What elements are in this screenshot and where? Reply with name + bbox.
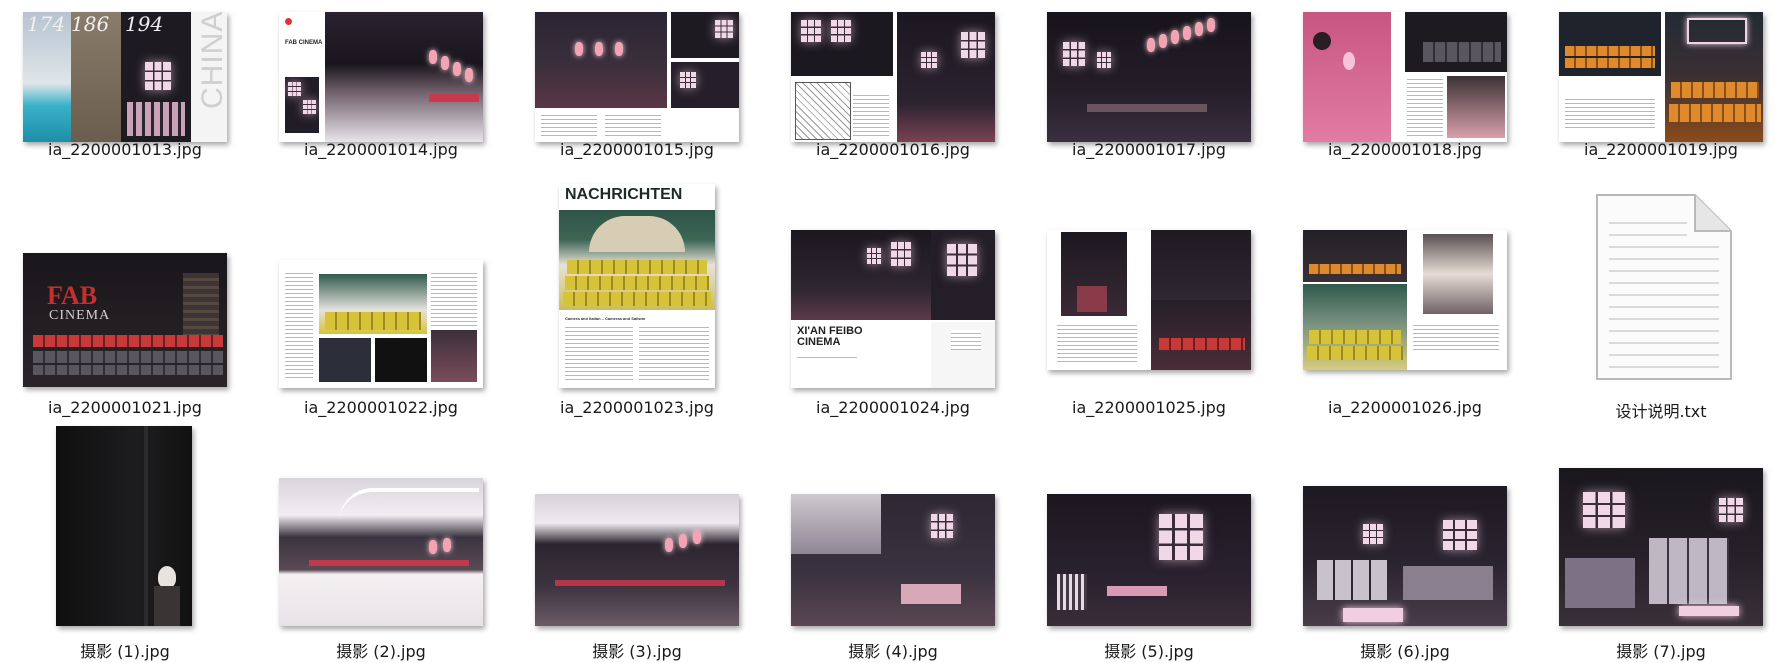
cover-number: 186	[71, 12, 110, 36]
file-name: ia_2200001023.jpg	[560, 398, 714, 417]
file-thumbnail	[535, 12, 739, 142]
file-thumbnail	[1047, 494, 1251, 626]
file-thumbnail: FAB CINEMA	[23, 253, 227, 387]
file-name: ia_2200001015.jpg	[560, 140, 714, 159]
file-name: ia_2200001017.jpg	[1072, 140, 1226, 159]
file-name: 摄影 (5).jpg	[1104, 642, 1194, 661]
file-item[interactable]: ia_2200001018.jpg	[1280, 0, 1530, 222]
page-subtitle: CINEMA	[797, 336, 841, 348]
file-name: ia_2200001024.jpg	[816, 398, 970, 417]
file-thumbnail	[791, 12, 995, 142]
file-item[interactable]: 摄影 (1).jpg	[0, 418, 250, 661]
file-item[interactable]: 摄影 (5).jpg	[1024, 418, 1274, 661]
file-name: ia_2200001019.jpg	[1584, 140, 1738, 159]
page-subhead: Camera and Italian – Cameras and Saltwin	[565, 316, 646, 321]
file-name: 摄影 (7).jpg	[1616, 642, 1706, 661]
file-thumbnail	[791, 494, 995, 626]
file-thumbnail	[1303, 486, 1507, 626]
file-item[interactable]: ia_2200001022.jpg	[256, 218, 506, 440]
file-name: ia_2200001026.jpg	[1328, 398, 1482, 417]
file-thumbnail	[1047, 12, 1251, 142]
file-thumbnail	[535, 494, 739, 626]
file-name: ia_2200001022.jpg	[304, 398, 458, 417]
file-thumbnail	[56, 426, 192, 626]
file-name: ia_2200001021.jpg	[48, 398, 202, 417]
file-item[interactable]: 摄影 (3).jpg	[512, 418, 762, 661]
cover-number: 174	[27, 12, 66, 36]
file-name: ia_2200001013.jpg	[48, 140, 202, 159]
file-item[interactable]: 摄影 (6).jpg	[1280, 418, 1530, 661]
file-thumbnail: FAB CINEMA	[279, 12, 483, 142]
file-thumbnail	[1047, 230, 1251, 370]
file-item[interactable]: 摄影 (4).jpg	[768, 418, 1018, 661]
file-item[interactable]: ia_2200001019.jpg	[1536, 0, 1776, 222]
file-item[interactable]: ia_2200001017.jpg	[1024, 0, 1274, 222]
file-item[interactable]: XI'AN FEIBO CINEMA ia_2200001024.jpg	[768, 218, 1018, 440]
file-thumbnail	[279, 260, 483, 388]
file-item[interactable]: ia_2200001026.jpg	[1280, 218, 1530, 440]
file-thumbnail	[1559, 12, 1763, 142]
file-name: 摄影 (2).jpg	[336, 642, 426, 661]
file-name: ia_2200001016.jpg	[816, 140, 970, 159]
cover-number: 194	[125, 12, 164, 36]
file-item[interactable]: 174 186 194 CHINA ia_2200001013.jpg	[0, 0, 250, 222]
file-thumbnail: NACHRICHTEN Camera and Italian – Cameras…	[559, 184, 715, 388]
file-item[interactable]: FAB CINEMA ia_2200001021.jpg	[0, 218, 250, 440]
file-item[interactable]: 摄影 (7).jpg	[1536, 418, 1776, 661]
file-thumbnail: 174 186 194 CHINA	[23, 12, 227, 142]
file-name: 摄影 (4).jpg	[848, 642, 938, 661]
file-name: 摄影 (6).jpg	[1360, 642, 1450, 661]
text-document-icon[interactable]	[1595, 193, 1733, 381]
file-item[interactable]: ia_2200001016.jpg	[768, 0, 1018, 222]
file-name: ia_2200001014.jpg	[304, 140, 458, 159]
page-subtitle: CINEMA	[49, 308, 111, 323]
file-name: 摄影 (1).jpg	[80, 642, 170, 661]
page-heading: FAB CINEMA	[285, 40, 323, 46]
file-thumbnail	[1303, 12, 1507, 142]
cover-word: CHINA	[196, 12, 227, 109]
file-item[interactable]: 摄影 (2).jpg	[256, 418, 506, 661]
page-title: FAB	[47, 281, 98, 310]
file-name: ia_2200001018.jpg	[1328, 140, 1482, 159]
page-title: XI'AN FEIBO	[797, 325, 863, 337]
page-headline: NACHRICHTEN	[565, 186, 683, 203]
file-item[interactable]: FAB CINEMA ia_2200001014.jpg	[256, 0, 506, 222]
file-item[interactable]: ia_2200001025.jpg	[1024, 218, 1274, 440]
file-item[interactable]: NACHRICHTEN Camera and Italian – Cameras…	[512, 172, 762, 417]
file-thumbnail	[1559, 468, 1763, 626]
file-name: ia_2200001025.jpg	[1072, 398, 1226, 417]
file-thumbnail	[279, 478, 483, 626]
file-thumbnail: XI'AN FEIBO CINEMA	[791, 230, 995, 388]
file-name: 摄影 (3).jpg	[592, 642, 682, 661]
file-thumbnail	[1303, 230, 1507, 370]
